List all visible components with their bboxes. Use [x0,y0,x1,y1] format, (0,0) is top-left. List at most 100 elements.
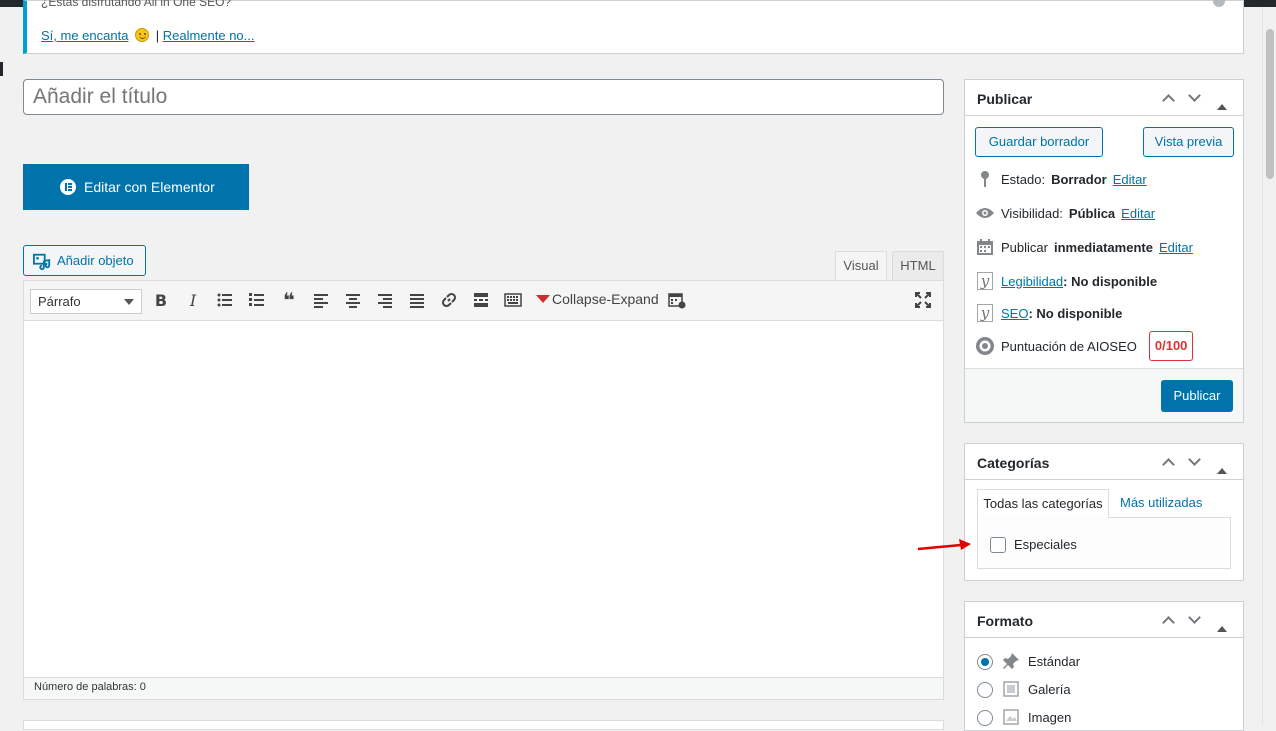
format-radio-gallery[interactable] [977,682,993,698]
media-icon [33,253,51,270]
seo-value: : No disponible [1028,305,1123,321]
move-down-icon[interactable] [1185,89,1203,107]
align-center-icon[interactable] [342,291,364,311]
readability-link[interactable]: Legibilidad [1001,274,1063,289]
eye-icon [975,203,995,223]
fullscreen-icon[interactable] [912,291,934,311]
align-right-icon[interactable] [374,291,396,311]
gallery-icon [1003,681,1019,700]
preview-button[interactable]: Vista previa [1143,127,1234,157]
collapse-expand-button[interactable]: Collapse-Expand [536,291,659,307]
format-radio-image[interactable] [977,710,993,726]
toggle-panel-icon[interactable] [1217,453,1235,474]
move-up-icon[interactable] [1159,453,1177,471]
schedule-label: Publicar [1001,239,1048,255]
post-title-input[interactable] [23,79,944,115]
toolbar-toggle-icon[interactable] [502,291,524,311]
format-box-header: Formato [965,602,1243,638]
publish-box-header: Publicar [965,80,1243,116]
aioseo-row: Puntuación de AIOSEO 0/100 [975,331,1194,361]
edit-schedule-link[interactable]: Editar [1159,240,1193,255]
move-down-icon[interactable] [1185,611,1203,629]
scrollbar-thumb[interactable] [1266,29,1274,179]
align-justify-icon[interactable] [406,291,428,311]
review-notice: ¿Estás disfrutando All in One SEO? Sí, m… [23,0,1244,54]
word-count: Número de palabras: 0 [24,677,943,699]
edit-with-elementor-button[interactable]: Editar con Elementor [23,164,249,210]
move-down-icon[interactable] [1185,453,1203,471]
pin-icon [975,169,995,189]
schedule-value: inmediatamente [1053,239,1153,255]
link-icon[interactable] [438,291,460,311]
yoast-icon: y [977,272,993,290]
save-draft-button[interactable]: Guardar borrador [975,127,1103,157]
notice-links: Sí, me encanta | Realmente no... [41,28,255,43]
seo-row: y SEO: No disponible [975,303,1122,323]
yoast-seo-icon: y [977,304,993,322]
collapse-triangle-icon [536,295,550,303]
format-radio-standard[interactable] [977,654,993,670]
editor-content-area[interactable] [24,321,943,677]
status-value: Borrador [1051,171,1107,187]
thumbtack-icon [1002,652,1020,673]
tab-all-categories[interactable]: Todas las categorías [977,489,1109,518]
tab-html[interactable]: HTML [892,251,944,280]
next-metabox [23,720,944,730]
calendar-shortcode-icon[interactable] [666,291,688,311]
status-label: Estado: [1001,171,1046,187]
readability-row: y Legibilidad: No disponible [975,271,1157,291]
tab-visual[interactable]: Visual [835,251,887,281]
gear-icon [975,336,995,356]
page-scrollbar[interactable] [1262,7,1276,725]
visibility-value: Pública [1068,205,1116,221]
categories-box: Categorías Todas las categorías Más util… [964,443,1244,581]
image-icon [1003,709,1019,728]
blockquote-icon[interactable]: ❝ [278,291,300,311]
notice-text: ¿Estás disfrutando All in One SEO? [41,0,232,9]
annotation-arrow-icon [917,539,971,551]
add-media-label: Añadir objeto [57,253,134,268]
edit-status-link[interactable]: Editar [1113,172,1147,187]
elementor-icon [60,179,76,195]
tab-most-used[interactable]: Más utilizadas [1120,495,1202,510]
category-label[interactable]: Especiales [1014,537,1077,552]
numbered-list-icon[interactable] [246,291,268,311]
read-more-icon[interactable] [470,291,492,311]
admin-menu-edge [0,62,3,76]
paragraph-format-select[interactable]: Párrafo [30,289,142,314]
category-list: Especiales [977,517,1231,569]
readability-value: : No disponible [1063,273,1158,289]
italic-icon[interactable]: I [182,291,204,311]
publish-button[interactable]: Publicar [1161,380,1233,412]
format-box-title: Formato [977,613,1033,629]
calendar-icon [975,237,995,257]
add-media-button[interactable]: Añadir objeto [23,245,146,276]
status-row: Estado: Borrador Editar [975,169,1147,189]
classic-editor: Párrafo B I ❝ Collapse-Expand Número de … [23,280,944,700]
publish-box-title: Publicar [977,91,1033,107]
aioseo-score-badge[interactable]: 0/100 [1148,331,1194,361]
format-label-standard: Estándar [1028,654,1081,669]
align-left-icon[interactable] [310,291,332,311]
bullet-list-icon[interactable] [214,291,236,311]
editor-toolbar: Párrafo B I ❝ Collapse-Expand [24,281,943,321]
schedule-row: Publicar inmediatamente Editar [975,237,1193,257]
bold-icon[interactable]: B [150,291,172,311]
notice-separator: | [155,28,160,43]
toggle-panel-icon[interactable] [1217,611,1235,632]
publish-box: Publicar Guardar borrador Vista previa E… [964,79,1244,423]
notice-no-link[interactable]: Realmente no... [163,28,255,43]
format-label-image: Imagen [1028,710,1072,725]
move-up-icon[interactable] [1159,89,1177,107]
categories-box-title: Categorías [977,455,1050,471]
seo-link[interactable]: SEO [1001,306,1028,321]
dismiss-icon[interactable] [1213,0,1225,7]
visibility-label: Visibilidad: [1001,205,1063,221]
categories-box-header: Categorías [965,444,1243,480]
notice-yes-link[interactable]: Sí, me encanta [41,28,128,43]
category-checkbox[interactable] [990,537,1006,553]
publish-actions: Publicar [965,368,1243,422]
edit-visibility-link[interactable]: Editar [1121,206,1155,221]
move-up-icon[interactable] [1159,611,1177,629]
toggle-panel-icon[interactable] [1217,89,1235,110]
